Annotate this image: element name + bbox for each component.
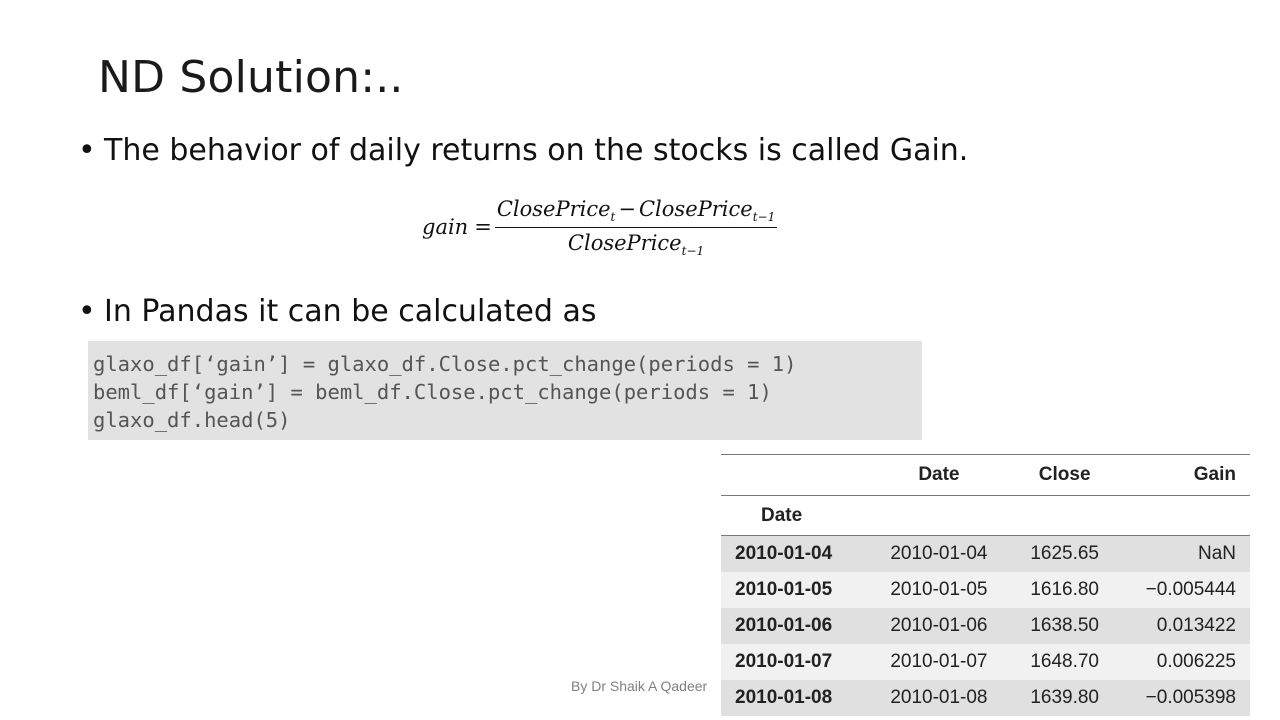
row-index: 2010-01-06: [735, 615, 833, 636]
cell-close: 1648.70: [1030, 651, 1099, 672]
cell-close: 1639.80: [1030, 687, 1099, 708]
cell-date: 2010-01-07: [890, 651, 988, 672]
formula-equals: =: [474, 215, 492, 239]
numerator-minus: −: [618, 196, 636, 221]
bullet-symbol: •: [78, 133, 96, 168]
bullet-gain-definition: • The behavior of daily returns on the st…: [78, 133, 968, 168]
formula-lhs: gain: [422, 215, 469, 239]
cell-date: 2010-01-04: [890, 543, 988, 564]
code-block: glaxo_df[‘gain’] = glaxo_df.Close.pct_ch…: [88, 341, 922, 440]
column-header-gain: Gain: [1122, 454, 1250, 496]
cell-close: 1638.50: [1030, 615, 1099, 636]
formula-numerator: ClosePricet − ClosePricet−1: [495, 197, 777, 227]
row-index: 2010-01-07: [735, 651, 833, 672]
column-header-blank: [721, 454, 872, 496]
cell-close: 1625.65: [1030, 543, 1099, 564]
dataframe-table: Date Close Gain Date 2010-01-04 2010-01-…: [721, 454, 1250, 716]
table-row: 2010-01-07 2010-01-07 1648.70 0.006225: [721, 644, 1250, 680]
index-name: Date: [721, 495, 872, 536]
bullet-text: The behavior of daily returns on the sto…: [104, 133, 969, 168]
slide-title: ND Solution:..: [98, 52, 404, 103]
code-line: beml_df[‘gain’] = beml_df.Close.pct_chan…: [93, 380, 772, 404]
code-line: glaxo_df[‘gain’] = glaxo_df.Close.pct_ch…: [93, 352, 797, 376]
cell-gain: 0.006225: [1156, 651, 1236, 672]
cell-close: 1616.80: [1030, 579, 1099, 600]
table-row: 2010-01-06 2010-01-06 1638.50 0.013422: [721, 608, 1250, 644]
formula-denominator: ClosePricet−1: [568, 228, 704, 258]
author-credit: By Dr Shaik A Qadeer: [571, 678, 708, 694]
denominator-sub: t−1: [681, 243, 705, 258]
table-row: 2010-01-04 2010-01-04 1625.65 NaN: [721, 535, 1250, 572]
column-header-date: Date: [871, 454, 1007, 496]
numerator-sub-1: t: [610, 209, 616, 224]
cell-gain: −0.005398: [1145, 687, 1236, 708]
cell-gain: NaN: [1197, 543, 1236, 564]
bullet-text: In Pandas it can be calculated as: [104, 294, 597, 329]
numerator-term-2: ClosePrice: [638, 196, 753, 221]
cell-gain: −0.005444: [1145, 579, 1236, 600]
bullet-pandas: • In Pandas it can be calculated as: [78, 294, 596, 329]
formula-fraction: ClosePricet − ClosePricet−1 ClosePricet−1: [494, 197, 778, 258]
index-name-spacer: [1122, 495, 1250, 536]
cell-date: 2010-01-05: [890, 579, 988, 600]
table-header-row: Date Close Gain: [721, 454, 1250, 496]
numerator-sub-2: t−1: [752, 209, 776, 224]
column-header-close: Close: [1006, 454, 1123, 496]
row-index: 2010-01-08: [735, 687, 833, 708]
row-index: 2010-01-04: [735, 543, 833, 564]
gain-formula: gain = ClosePricet − ClosePricet−1 ClosePri…: [422, 192, 778, 262]
table-row: 2010-01-08 2010-01-08 1639.80 −0.005398: [721, 680, 1250, 716]
index-name-spacer: [871, 495, 1007, 536]
row-index: 2010-01-05: [735, 579, 833, 600]
cell-gain: 0.013422: [1156, 615, 1236, 636]
code-line: glaxo_df.head(5): [93, 408, 291, 432]
bullet-symbol: •: [78, 294, 96, 329]
denominator-term: ClosePrice: [567, 230, 682, 255]
numerator-term-1: ClosePrice: [496, 196, 611, 221]
table-index-name-row: Date: [721, 495, 1250, 536]
cell-date: 2010-01-06: [890, 615, 988, 636]
index-name-spacer: [1006, 495, 1123, 536]
table-row: 2010-01-05 2010-01-05 1616.80 −0.005444: [721, 572, 1250, 608]
cell-date: 2010-01-08: [890, 687, 988, 708]
